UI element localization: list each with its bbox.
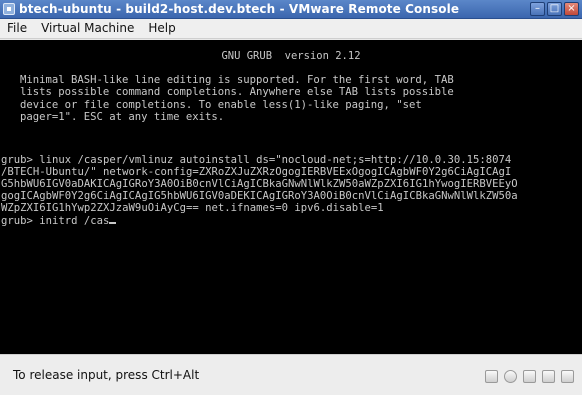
menu-help[interactable]: Help xyxy=(141,19,182,38)
menu-file[interactable]: File xyxy=(0,19,34,38)
intro-line: Minimal BASH-like line editing is suppor… xyxy=(20,74,454,86)
command-line: G5hbWU6IGV0aDAKICAgIGRoY3A0OiB0cnVlCiAgI… xyxy=(1,178,518,191)
status-bar: To release input, press Ctrl+Alt xyxy=(0,354,582,395)
vm-console-screen[interactable]: GNU GRUB version 2.12 Minimal BASH-like … xyxy=(0,40,582,354)
device-icons xyxy=(485,370,574,383)
maximize-icon[interactable]: □ xyxy=(547,2,562,16)
network-icon[interactable] xyxy=(523,370,536,383)
intro-line: pager=1". ESC at any time exits. xyxy=(20,110,225,123)
grub-intro-text: Minimal BASH-like line editing is suppor… xyxy=(20,74,454,123)
window-title-bar[interactable]: btech-ubuntu - build2-host.dev.btech - V… xyxy=(0,0,582,19)
cd-rom-icon[interactable] xyxy=(504,370,517,383)
grub-command-lines: grub> linux /casper/vmlinuz autoinstall … xyxy=(1,154,518,228)
command-line: grub> linux /casper/vmlinuz autoinstall … xyxy=(1,154,512,166)
sound-icon[interactable] xyxy=(561,370,574,383)
grub-header: GNU GRUB version 2.12 xyxy=(221,50,361,62)
window-controls: – □ × xyxy=(530,2,579,16)
hard-disk-icon[interactable] xyxy=(485,370,498,383)
window-title: btech-ubuntu - build2-host.dev.btech - V… xyxy=(19,1,460,16)
menu-bar: File Virtual Machine Help xyxy=(0,19,582,39)
usb-icon[interactable] xyxy=(542,370,555,383)
close-icon[interactable]: × xyxy=(564,2,579,16)
command-line: gogICAgbWF0Y2g6CiAgICAgIG5hbWU6IGV0aDEKI… xyxy=(1,190,518,203)
command-line: WZpZXI6IG1hYwp2ZXJzaW9uOiAyCg== net.ifna… xyxy=(1,202,384,215)
text-cursor xyxy=(109,214,117,225)
intro-line: lists possible command completions. Anyw… xyxy=(20,86,454,99)
command-line: /BTECH-Ubuntu/" network-config=ZXRoZXJuZ… xyxy=(1,166,512,179)
intro-line: device or file completions. To enable le… xyxy=(20,98,422,111)
minimize-icon[interactable]: – xyxy=(530,2,545,16)
prompt-line[interactable]: grub> initrd /cas xyxy=(1,215,109,227)
release-input-hint: To release input, press Ctrl+Alt xyxy=(13,368,200,382)
vmware-app-icon xyxy=(3,3,15,15)
menu-virtual-machine[interactable]: Virtual Machine xyxy=(34,19,141,38)
